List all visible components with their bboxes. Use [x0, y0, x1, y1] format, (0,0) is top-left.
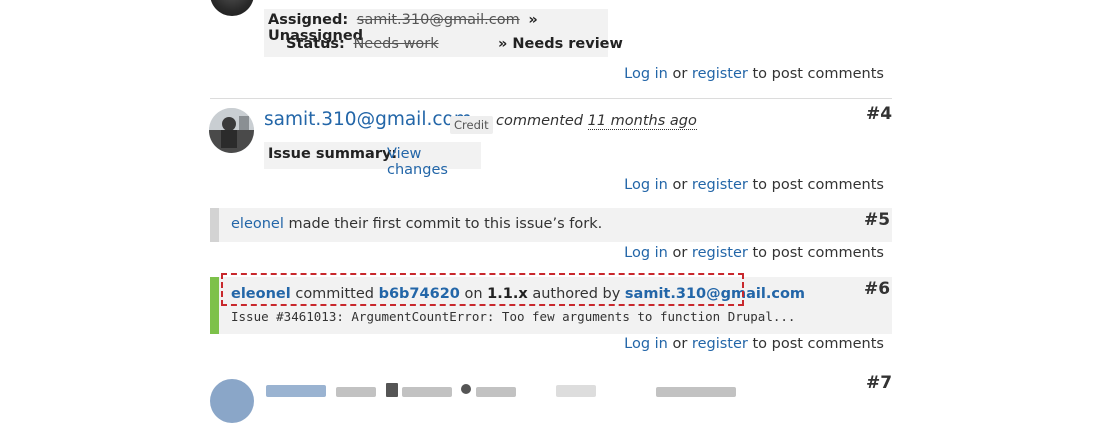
status-new-value: » Needs review	[498, 36, 623, 52]
system-message: eleonel made their first commit to this …	[210, 208, 892, 242]
login-prompt: Log in or register to post comments	[624, 336, 884, 352]
comment-number[interactable]: #6	[864, 279, 890, 299]
register-link[interactable]: register	[692, 245, 748, 261]
assigned-label: Assigned:	[268, 12, 349, 28]
commit-message-text: Issue #3461013: ArgumentCountError: Too …	[231, 309, 796, 324]
assigned-old-value: samit.310@gmail.com	[356, 12, 520, 28]
status-label: Status:	[286, 36, 345, 52]
avatar[interactable]	[210, 379, 254, 423]
login-link[interactable]: Log in	[624, 336, 668, 352]
status-old-value: Needs work	[353, 36, 439, 52]
user-link[interactable]: eleonel	[231, 216, 284, 232]
view-changes-link[interactable]: View changes	[387, 146, 481, 178]
register-link[interactable]: register	[692, 336, 748, 352]
issue-summary-change: Issue summary: View changes	[264, 142, 481, 178]
login-link[interactable]: Log in	[624, 245, 668, 261]
register-link[interactable]: register	[692, 66, 748, 82]
login-prompt: Log in or register to post comments	[624, 245, 884, 261]
summary-label: Issue summary:	[268, 146, 398, 162]
system-message-text: eleonel made their first commit to this …	[231, 216, 603, 232]
avatar	[210, 0, 254, 16]
comment-number[interactable]: #4	[866, 104, 892, 124]
login-link[interactable]: Log in	[624, 66, 668, 82]
avatar[interactable]	[209, 108, 254, 153]
login-link[interactable]: Log in	[624, 177, 668, 193]
status-row: Status: Needs work » Needs review	[286, 36, 623, 52]
comment-meta: commented 11 months ago	[496, 113, 697, 130]
login-prompt: Log in or register to post comments	[624, 66, 884, 82]
comment-number[interactable]: #5	[864, 210, 890, 230]
highlight-box	[221, 273, 744, 306]
cut-off-text-icon	[266, 383, 736, 397]
comment-header-partial	[266, 381, 746, 397]
comment-number[interactable]: #7	[866, 373, 892, 393]
comment-author-link[interactable]: samit.310@gmail.com	[264, 109, 472, 130]
avatar-photo-icon	[209, 108, 254, 153]
login-prompt: Log in or register to post comments	[624, 177, 884, 193]
register-link[interactable]: register	[692, 177, 748, 193]
credit-badge: Credit	[450, 116, 493, 134]
comment-timestamp[interactable]: 11 months ago	[587, 113, 697, 130]
divider	[210, 98, 892, 99]
change-summary: Assigned: samit.310@gmail.com » Unassign…	[264, 9, 623, 57]
